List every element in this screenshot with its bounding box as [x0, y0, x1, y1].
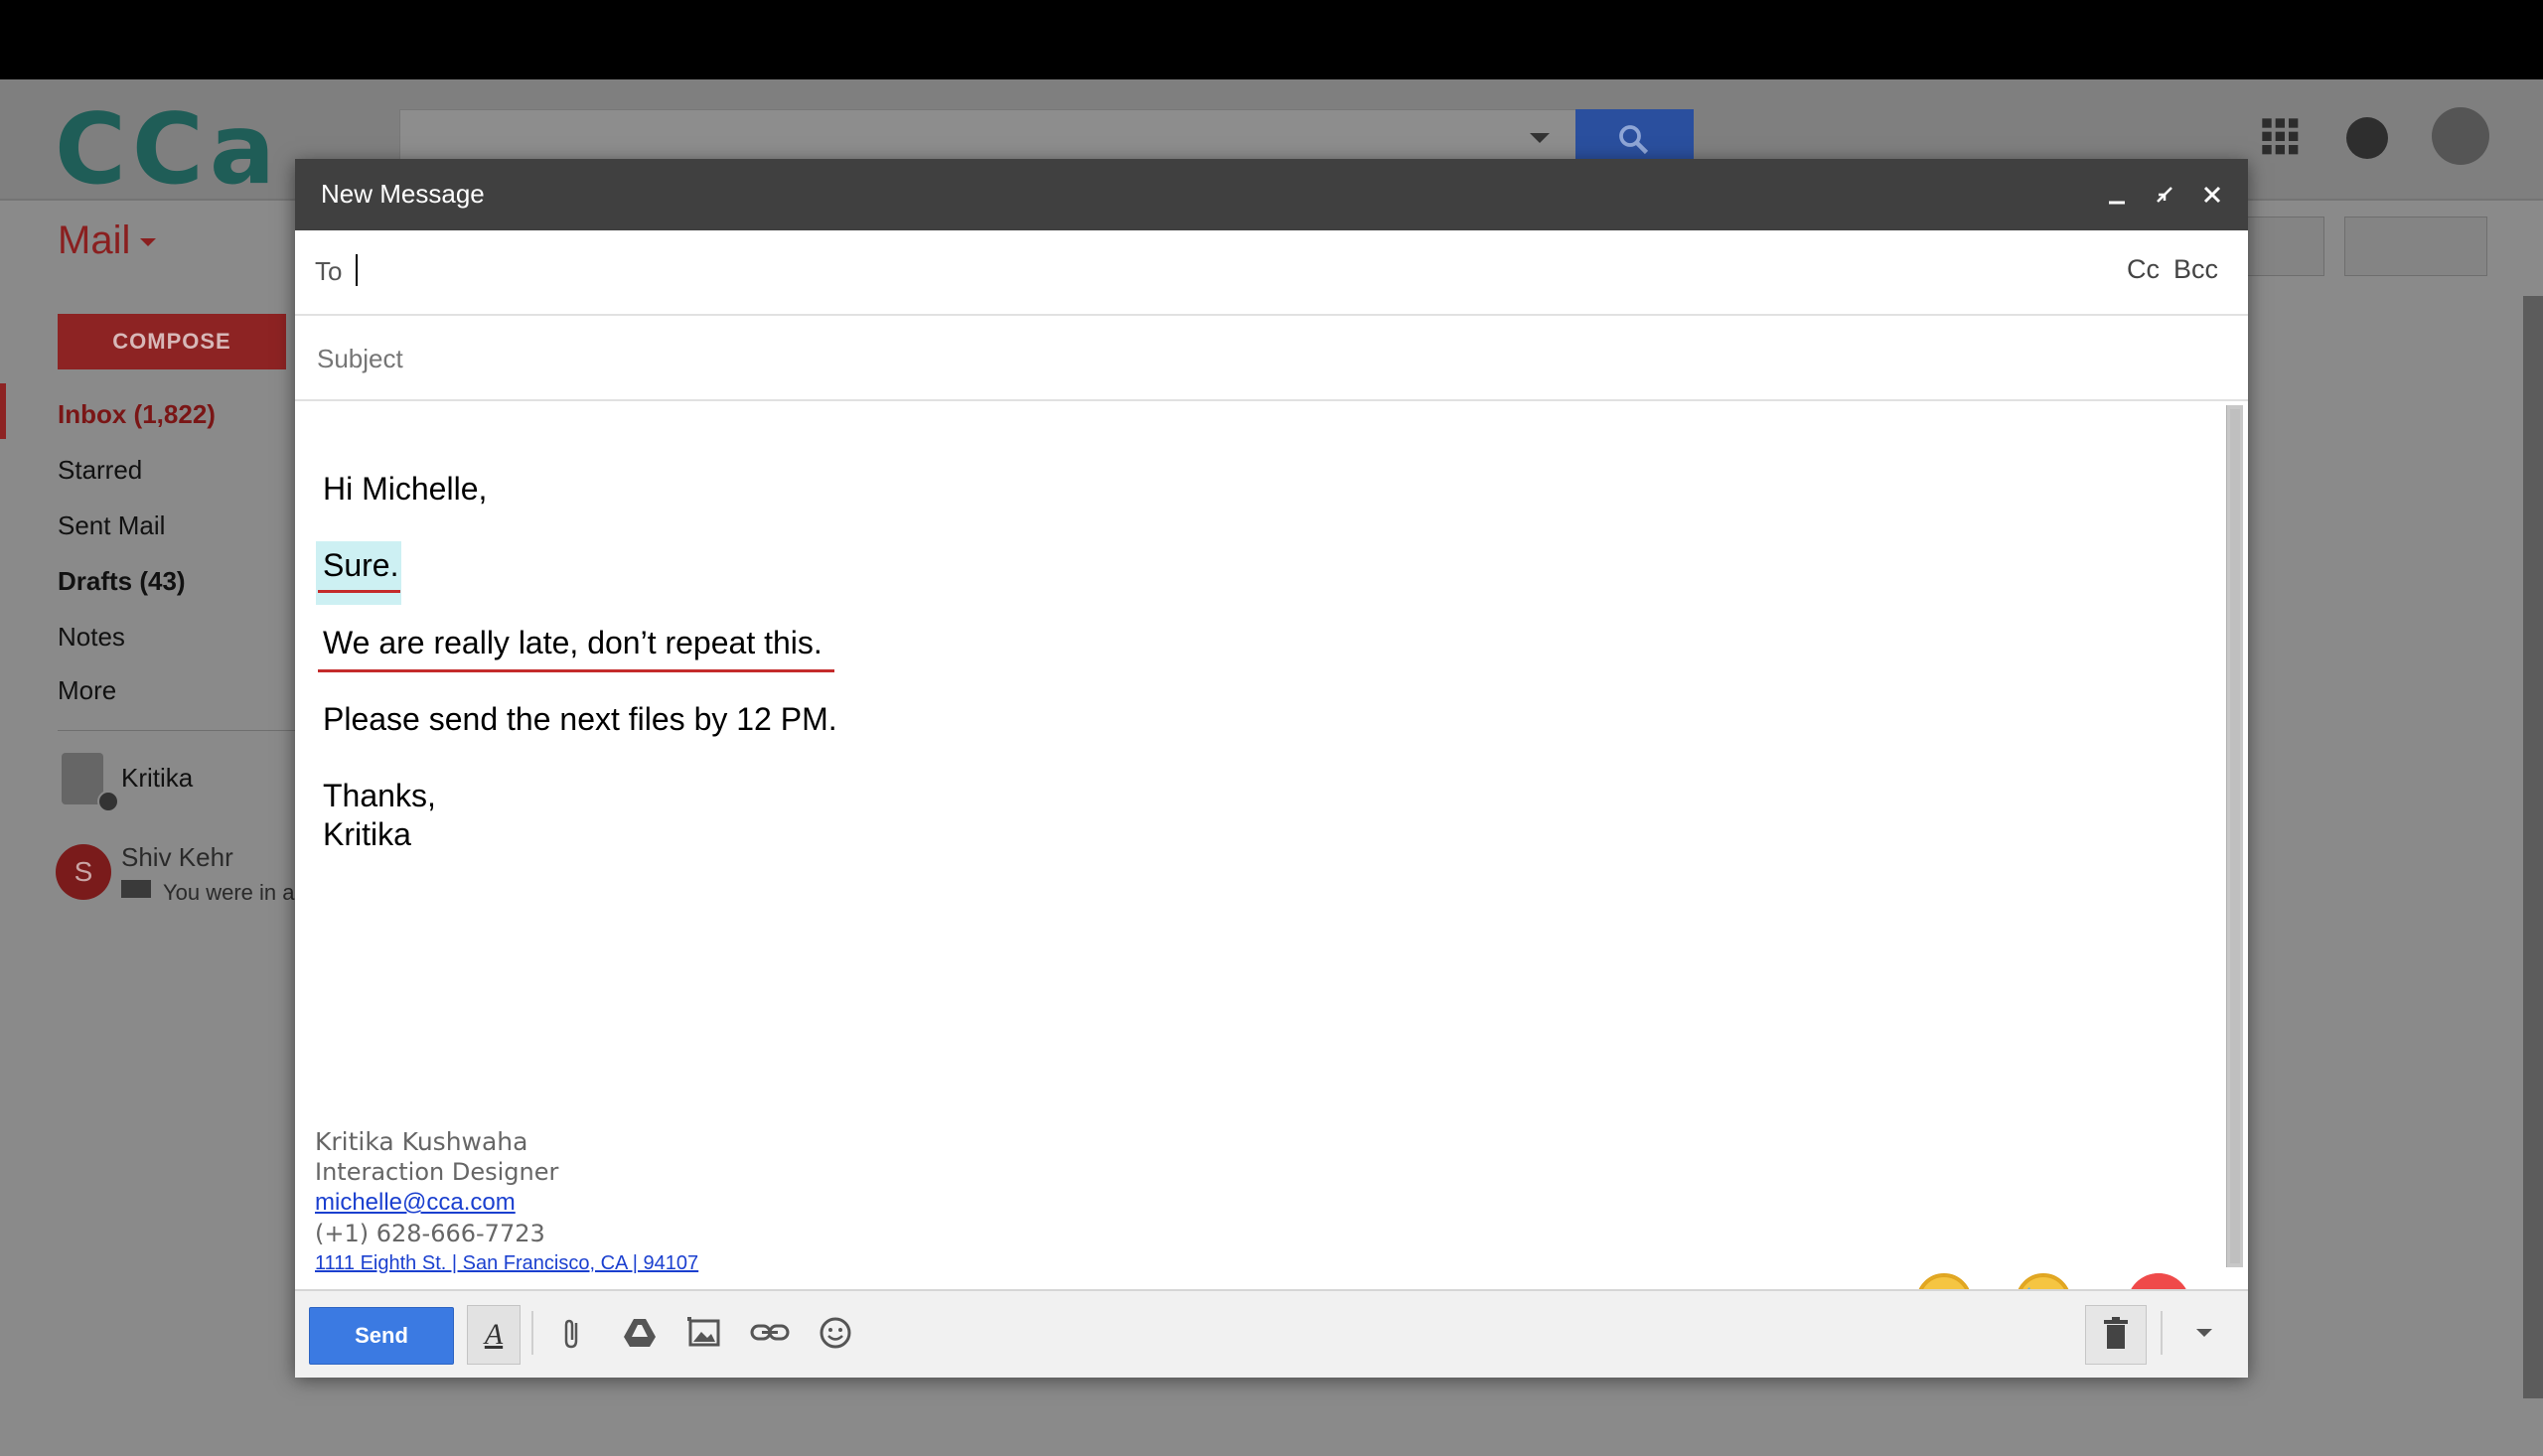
red-underline [318, 669, 834, 672]
page-scrollbar[interactable] [2523, 296, 2543, 1398]
sidebar-item-drafts[interactable]: Drafts (43) [58, 566, 186, 597]
settings-gear-button[interactable] [2344, 217, 2487, 276]
cc-bcc-links: Cc Bcc [2113, 254, 2218, 285]
to-input[interactable] [355, 248, 2047, 298]
body-line-sure: Sure. [323, 547, 399, 583]
attach-file-icon[interactable] [550, 1311, 594, 1355]
body-closing: Thanks, [323, 778, 436, 813]
message-body[interactable]: Hi Michelle, Sure. We are really late, d… [295, 405, 2218, 1337]
compose-header: New Message [295, 159, 2248, 230]
inbox-active-marker [0, 383, 6, 439]
body-line-late: We are really late, don’t repeat this. [323, 625, 823, 660]
minimize-icon[interactable] [2099, 177, 2135, 213]
contact-status: You were in a [163, 880, 295, 905]
discard-draft-button[interactable] [2085, 1305, 2147, 1365]
google-drive-icon[interactable] [618, 1311, 662, 1355]
compose-toolbar: Send A [295, 1289, 2248, 1378]
contact-avatar[interactable]: S [56, 844, 111, 900]
cc-link[interactable]: Cc [2127, 254, 2160, 284]
insert-link-icon[interactable] [748, 1311, 792, 1355]
signature-title: Interaction Designer [315, 1158, 559, 1186]
trash-icon [2104, 1317, 2128, 1349]
subject-input[interactable] [315, 334, 2206, 383]
signature-email-link[interactable]: michelle@cca.com [315, 1189, 516, 1217]
notifications-bell-icon[interactable] [2346, 117, 2388, 159]
screen-top-bar [0, 0, 2543, 79]
scroll-thumb[interactable] [2230, 409, 2240, 1263]
signature-address-link[interactable]: 1111 Eighth St. | San Francisco, CA | 94… [315, 1252, 698, 1275]
compose-title: New Message [321, 179, 485, 209]
bcc-link[interactable]: Bcc [2173, 254, 2218, 284]
contact-name[interactable]: Shiv Kehr [121, 842, 233, 873]
insert-photo-icon[interactable] [682, 1311, 726, 1355]
signature-phone: (+1) 628-666-7723 [315, 1220, 545, 1247]
pop-out-icon[interactable] [2147, 177, 2182, 213]
insert-emoji-icon[interactable] [814, 1311, 857, 1355]
next-page-button[interactable] [2247, 217, 2324, 276]
body-name: Kritika [323, 816, 411, 852]
compose-button[interactable]: COMPOSE [58, 314, 286, 369]
signature-name: Kritika Kushwaha [315, 1127, 528, 1156]
search-options-caret-icon[interactable] [1530, 133, 1550, 143]
subject-row [295, 316, 2248, 401]
video-call-icon [121, 880, 151, 898]
close-icon[interactable] [2194, 177, 2230, 213]
account-avatar[interactable] [2432, 107, 2489, 165]
mail-label: Mail [58, 218, 131, 262]
search-icon [1619, 125, 1649, 155]
body-greeting: Hi Michelle, [323, 471, 488, 507]
compose-window: New Message To Cc Bcc Hi Michelle, Sure. … [295, 159, 2248, 1378]
send-button[interactable]: Send [309, 1307, 454, 1365]
text-cursor [356, 254, 358, 286]
body-scrollbar[interactable] [2226, 405, 2243, 1267]
toolbar-separator [2161, 1311, 2163, 1355]
to-label: To [315, 256, 343, 286]
chevron-down-icon [140, 238, 157, 247]
red-underline [318, 590, 400, 593]
sidebar-item-starred[interactable]: Starred [58, 455, 142, 486]
sidebar-item-more[interactable]: More [58, 675, 116, 706]
mail-menu[interactable]: Mail [58, 218, 157, 263]
sidebar-item-sent-mail[interactable]: Sent Mail [58, 510, 165, 541]
gmail-background: CCa Mail COMPOSE Inbox (1,822) Starred S… [0, 79, 2543, 1456]
body-line-files: Please send the next files by 12 PM. [323, 701, 837, 737]
sidebar-divider [58, 730, 296, 731]
more-options-caret-icon[interactable] [2196, 1329, 2212, 1337]
toolbar-separator [531, 1311, 533, 1355]
apps-grid-icon[interactable] [2261, 117, 2301, 157]
to-row: To Cc Bcc [295, 230, 2248, 316]
formatting-options-button[interactable]: A [467, 1305, 521, 1365]
sidebar-item-notes[interactable]: Notes [58, 622, 125, 653]
chat-user-name[interactable]: Kritika [121, 763, 193, 794]
status-dot-icon [97, 791, 119, 812]
sidebar-item-inbox[interactable]: Inbox (1,822) [58, 399, 216, 430]
cca-logo[interactable]: CCa [55, 93, 281, 207]
